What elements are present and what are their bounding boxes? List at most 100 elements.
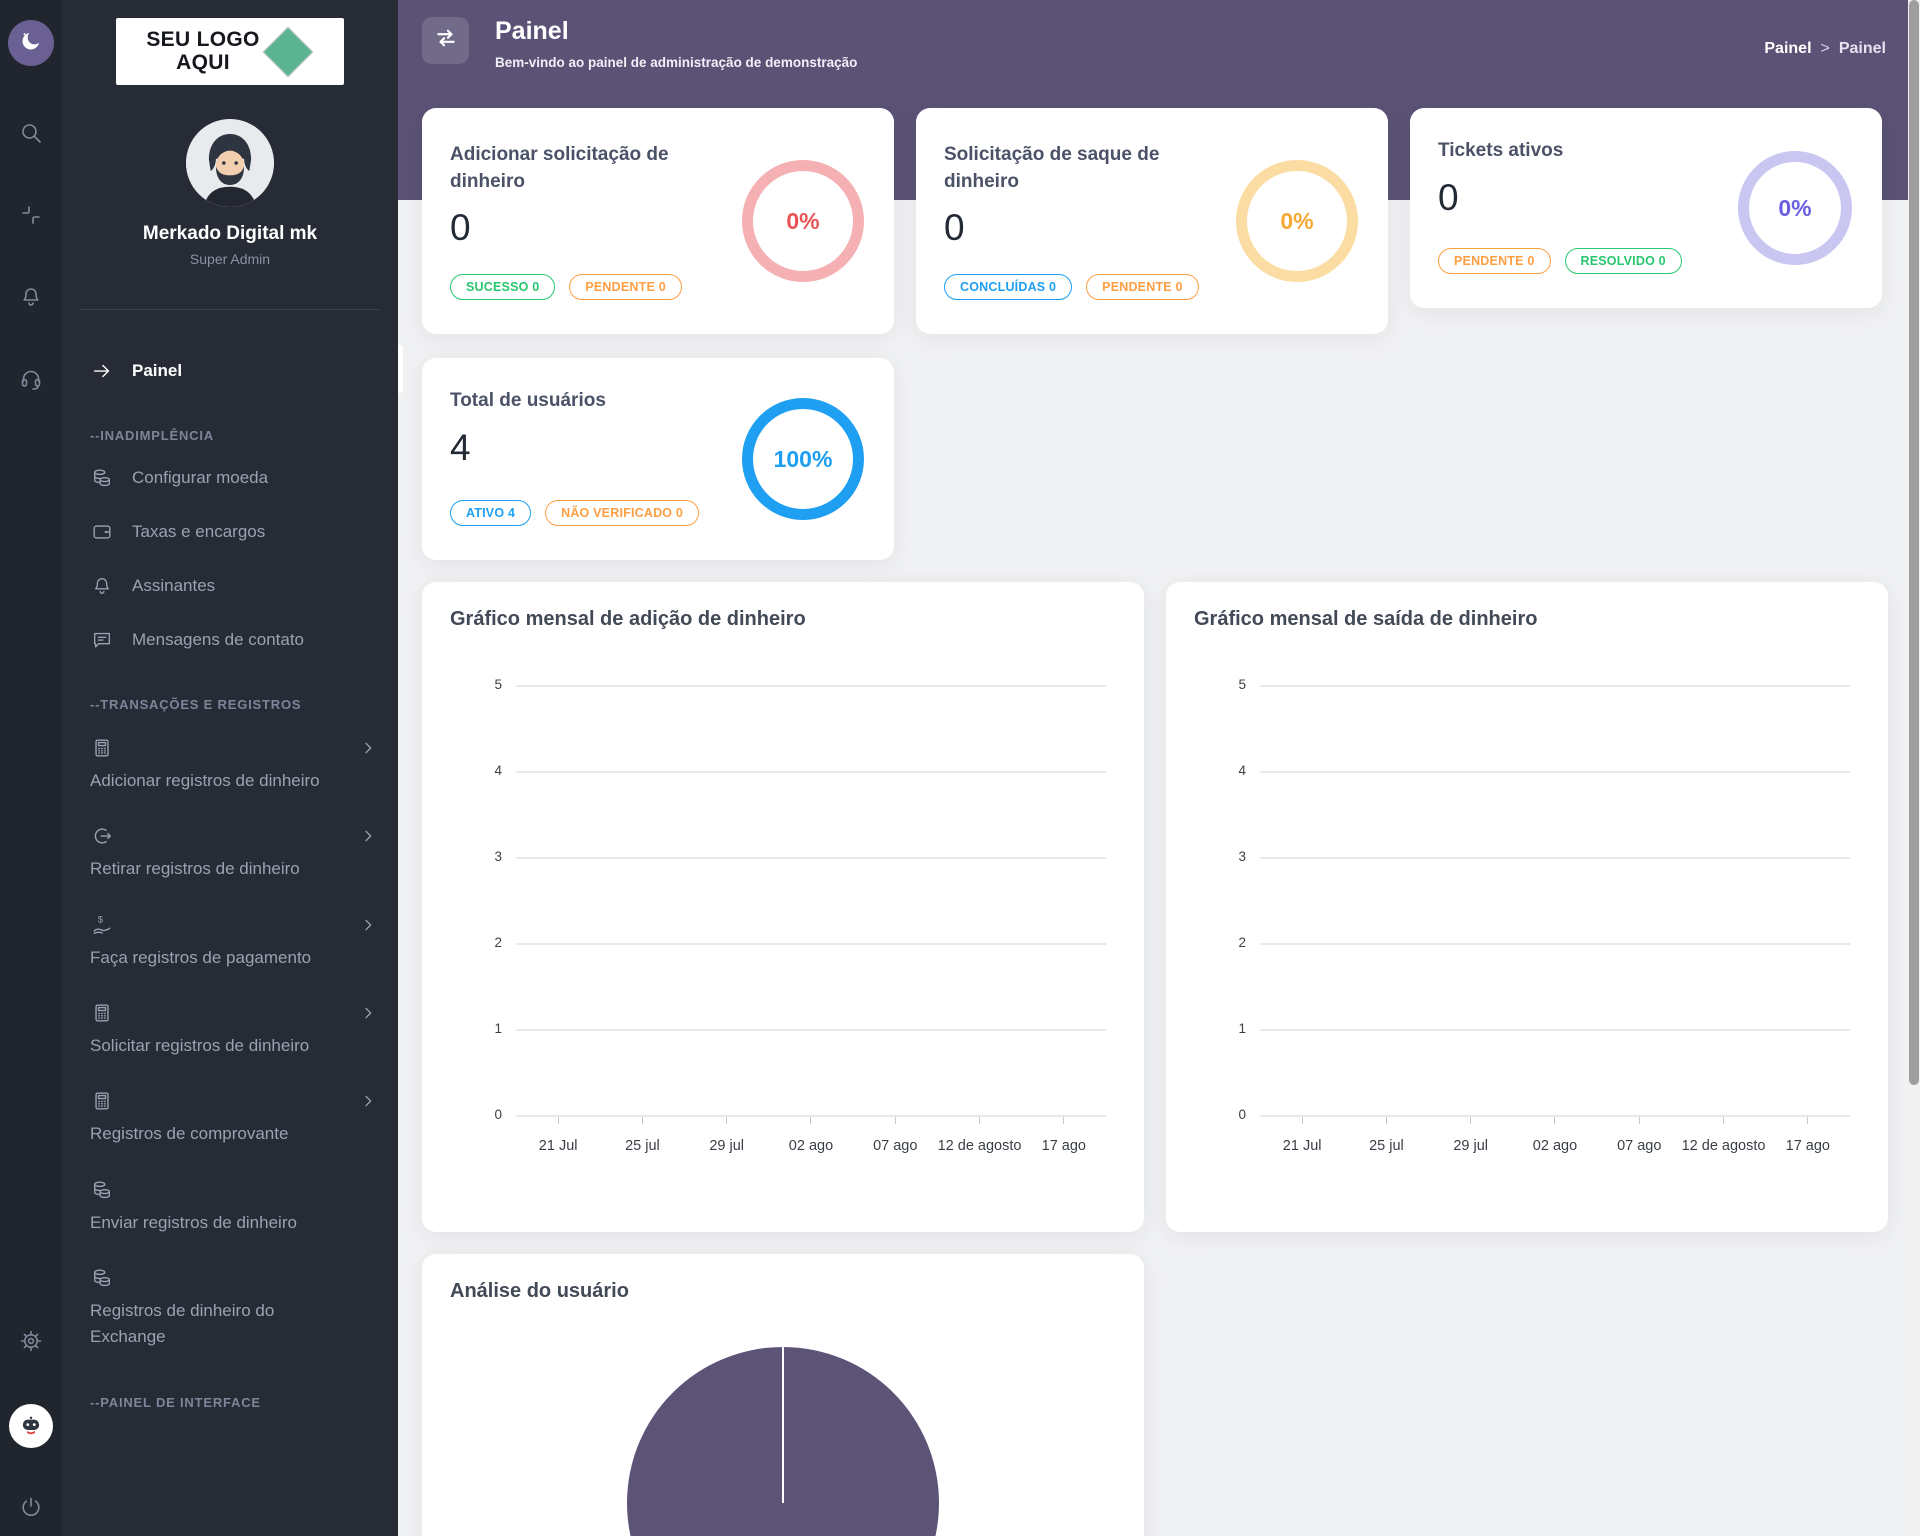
active-nav-indicator [398, 345, 403, 393]
sidebar-item-taxas-encargos[interactable]: Taxas e encargos [62, 505, 398, 559]
sidebar-item-retirar-registros[interactable]: Retirar registros de dinheiro [62, 808, 398, 896]
stat-title: Adicionar solicitação de dinheiro [450, 142, 740, 195]
y-tick: 2 [458, 935, 502, 950]
sidebar-item-configurar-moeda[interactable]: Configurar moeda [62, 451, 398, 505]
status-badge: NÃO VERIFICADO 0 [545, 500, 699, 526]
sidebar-item-label: Registros de comprovante [90, 1121, 370, 1147]
breadcrumb-root[interactable]: Painel [1764, 40, 1811, 58]
sidebar-item-adicionar-registros[interactable]: Adicionar registros de dinheiro [62, 720, 398, 808]
stat-badges: PENDENTE 0 RESOLVIDO 0 [1438, 248, 1682, 274]
sidebar-item-mensagens-contato[interactable]: Mensagens de contato [62, 613, 398, 667]
bot-icon [18, 1411, 44, 1442]
sidebar-item-label: Retirar registros de dinheiro [90, 856, 370, 882]
sidebar-item-label: Faça registros de pagamento [90, 945, 370, 971]
status-badge: RESOLVIDO 0 [1565, 248, 1682, 274]
chart-card-add-money: Gráfico mensal de adição de dinheiro 5 4… [422, 582, 1144, 1232]
x-tick: 07 ago [853, 1138, 937, 1154]
rail-top-group [8, 20, 54, 394]
page-subtitle: Bem-vindo ao painel de administração de … [495, 55, 857, 70]
stat-badges: SUCESSO 0 PENDENTE 0 [450, 274, 682, 300]
logout-power-button[interactable] [18, 1496, 44, 1522]
stat-card-active-tickets: Tickets ativos 0 PENDENTE 0 RESOLVIDO 0 … [1410, 108, 1882, 308]
x-axis-labels: 21 Jul 25 jul 29 jul 02 ago 07 ago 12 de… [1260, 1138, 1850, 1154]
sidebar-toggle-button[interactable] [422, 17, 469, 64]
sidebar-item-label: Adicionar registros de dinheiro [90, 768, 342, 794]
stat-badges: CONCLUÍDAS 0 PENDENTE 0 [944, 274, 1199, 300]
stat-badges: ATIVO 4 NÃO VERIFICADO 0 [450, 500, 699, 526]
sidebar-item-label: Configurar moeda [132, 468, 268, 488]
sidebar-section-inadimplencia: --INADIMPLÊNCIA [62, 398, 398, 451]
breadcrumb-separator: > [1821, 40, 1830, 58]
sidebar-section-transacoes: --TRANSAÇÕES E REGISTROS [62, 667, 398, 720]
sidebar-item-registros-comprovante[interactable]: Registros de comprovante [62, 1073, 398, 1161]
sidebar-item-registros-exchange[interactable]: Registros de dinheiro do Exchange [62, 1250, 398, 1365]
stats-row-2: Total de usuários 4 ATIVO 4 NÃO VERIFICA… [422, 358, 1898, 560]
sidebar-item-assinantes[interactable]: Assinantes [62, 559, 398, 613]
exchange-arrows-icon [433, 25, 459, 56]
avatar [186, 119, 274, 207]
notifications-button[interactable] [18, 286, 44, 312]
bell-icon [90, 574, 114, 598]
x-tick: 02 ago [769, 1138, 853, 1154]
sign-out-icon [90, 824, 114, 848]
status-badge: PENDENTE 0 [569, 274, 682, 300]
icon-rail [0, 0, 62, 1536]
headset-icon [19, 367, 43, 396]
sidebar-item-painel[interactable]: Painel [62, 344, 398, 398]
header-titles: Painel Bem-vindo ao painel de administra… [495, 17, 857, 70]
sidebar-item-label: Painel [132, 361, 182, 381]
chart-card-out-money: Gráfico mensal de saída de dinheiro 5 4 … [1166, 582, 1888, 1232]
user-name: Merkado Digital mk [62, 223, 398, 245]
user-role: Super Admin [62, 251, 398, 267]
support-button[interactable] [18, 368, 44, 394]
status-badge: CONCLUÍDAS 0 [944, 274, 1072, 300]
y-tick: 5 [1202, 677, 1246, 692]
hand-dollar-icon: $ [90, 913, 114, 937]
chat-bot-button[interactable] [9, 1404, 53, 1448]
x-axis-labels: 21 Jul 25 jul 29 jul 02 ago 07 ago 12 de… [516, 1138, 1106, 1154]
charts-row: Gráfico mensal de adição de dinheiro 5 4… [422, 582, 1898, 1232]
chevron-right-icon [360, 740, 376, 756]
coins-icon [90, 466, 114, 490]
y-tick: 3 [1202, 849, 1246, 864]
x-tick: 29 jul [1429, 1138, 1513, 1154]
brand-logo[interactable]: SEU LOGO AQUI [116, 18, 344, 85]
scrollbar-thumb[interactable] [1909, 0, 1919, 1085]
progress-ring: 100% [742, 398, 864, 520]
stat-title: Tickets ativos [1438, 138, 1728, 165]
chat-icon [90, 628, 114, 652]
x-tick: 25 jul [1344, 1138, 1428, 1154]
coins-icon [90, 1178, 114, 1202]
breadcrumb: Painel > Painel [1764, 40, 1886, 58]
y-tick: 4 [458, 763, 502, 778]
pie-card-user-analysis: Análise do usuário [422, 1254, 1144, 1536]
dark-mode-toggle[interactable] [8, 20, 54, 66]
search-button[interactable] [18, 122, 44, 148]
x-tick: 02 ago [1513, 1138, 1597, 1154]
brand-logo-line2: AQUI [146, 52, 259, 75]
stat-title: Total de usuários [450, 388, 740, 415]
status-badge: PENDENTE 0 [1438, 248, 1551, 274]
bell-icon [19, 285, 43, 314]
calculator-icon [90, 736, 114, 760]
sidebar-item-label: Taxas e encargos [132, 522, 265, 542]
chart-title: Análise do usuário [450, 1280, 1116, 1303]
settings-button[interactable] [18, 1330, 44, 1356]
collapse-button[interactable] [18, 204, 44, 230]
x-tick: 21 Jul [1260, 1138, 1344, 1154]
x-tick: 17 ago [1022, 1138, 1106, 1154]
sidebar-item-label: Mensagens de contato [132, 630, 304, 650]
sidebar-item-enviar-registros[interactable]: Enviar registros de dinheiro [62, 1162, 398, 1250]
y-tick: 3 [458, 849, 502, 864]
stats-row-1: Adicionar solicitação de dinheiro 0 SUCE… [422, 108, 1898, 334]
sidebar-item-solicitar-registros[interactable]: Solicitar registros de dinheiro [62, 985, 398, 1073]
power-icon [19, 1495, 43, 1524]
sidebar-item-faca-registros-pagamento[interactable]: $ Faça registros de pagamento [62, 897, 398, 985]
pie-chart-user-analysis [627, 1347, 939, 1536]
progress-ring: 0% [1738, 151, 1852, 265]
y-tick: 0 [1202, 1107, 1246, 1122]
sidebar-item-label: Registros de dinheiro do Exchange [90, 1298, 342, 1351]
brand-logo-text: SEU LOGO AQUI [146, 29, 259, 74]
y-tick: 5 [458, 677, 502, 692]
compress-icon [19, 203, 43, 232]
